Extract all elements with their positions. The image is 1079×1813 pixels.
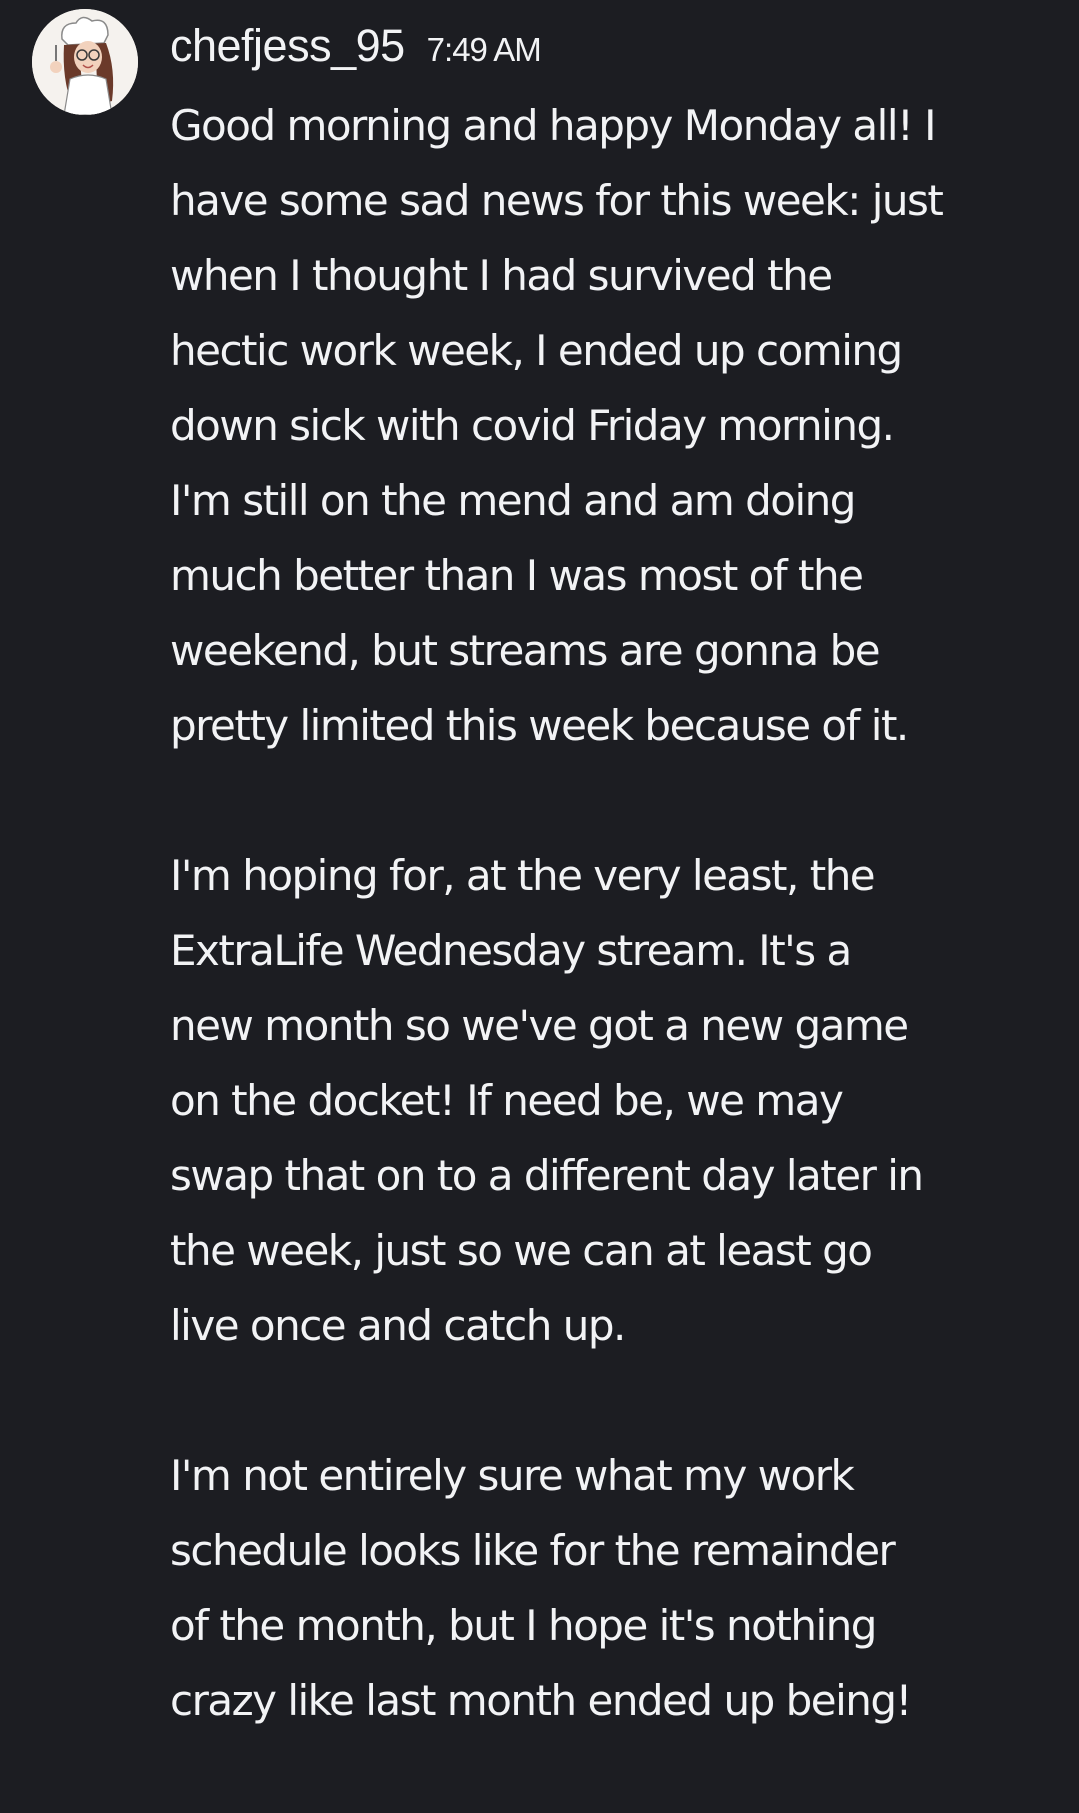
chat-message: chefjess_95 7:49 AM Good morning and hap… — [0, 0, 1079, 1781]
message-text-line: when I thought I had survived the — [170, 251, 833, 300]
message-text-line: swap that on to a different day later in — [170, 1151, 924, 1200]
message-header: chefjess_95 7:49 AM — [170, 20, 542, 84]
message-text-line: much better than I was most of the — [170, 551, 864, 600]
message-text-line: crazy like last month ended up being! — [170, 1676, 912, 1725]
message-text-line: of the month, but I hope it's nothing — [170, 1601, 877, 1650]
message-text-line: ExtraLife Wednesday stream. It's a — [170, 926, 852, 975]
message-text-line: I'm still on the mend and am doing — [170, 476, 856, 525]
message-text-line: live once and catch up. — [170, 1301, 626, 1350]
message-paragraph: I'm hoping for, at the very least, the Ex… — [170, 838, 1070, 1363]
message-text-line: I'm not entirely sure what my work — [170, 1451, 855, 1500]
message-paragraph: Good morning and happy Monday all! I have… — [170, 88, 1070, 763]
message-text-line: I'm hoping for, at the very least, the — [170, 851, 876, 900]
message-text-line: pretty limited this week because of it. — [170, 701, 909, 750]
message-text-line: new month so we've got a new game — [170, 1001, 909, 1050]
author-avatar[interactable] — [32, 9, 138, 115]
message-text-line: the week, just so we can at least go — [170, 1226, 873, 1275]
message-text-line: hectic work week, I ended up coming — [170, 326, 903, 375]
author-username[interactable]: chefjess_95 — [170, 20, 405, 72]
message-timestamp: 7:49 AM — [426, 31, 542, 68]
message-text-line: on the docket! If need be, we may — [170, 1076, 844, 1125]
message-text-line: schedule looks like for the remainder — [170, 1526, 896, 1575]
message-text-line: weekend, but streams are gonna be — [170, 626, 881, 675]
message-text-line: Good morning and happy Monday all! I — [170, 101, 937, 150]
message-content: Good morning and happy Monday all! I have… — [170, 88, 1070, 1813]
message-text-line: have some sad news for this week: just — [170, 176, 944, 225]
chef-avatar-icon — [32, 9, 138, 115]
message-paragraph: I'm not entirely sure what my work schedu… — [170, 1438, 1070, 1738]
message-text-line: down sick with covid Friday morning. — [170, 401, 895, 450]
